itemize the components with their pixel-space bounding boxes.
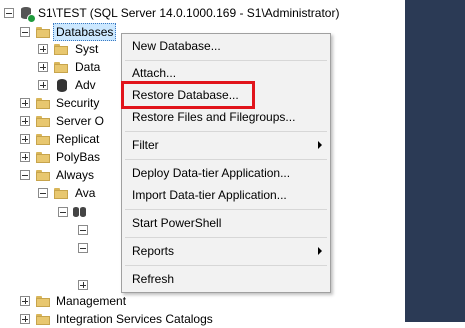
expand-icon[interactable] bbox=[20, 314, 30, 324]
tree-node-label: Management bbox=[56, 294, 127, 308]
databases-label: Databases bbox=[53, 23, 117, 41]
menu-item-filter[interactable]: Filter bbox=[122, 134, 330, 156]
folder-icon bbox=[36, 314, 50, 325]
menu-item-import-data-tier[interactable]: Import Data-tier Application... bbox=[122, 184, 330, 206]
database-icon bbox=[57, 79, 67, 92]
expand-icon[interactable] bbox=[38, 62, 48, 72]
menu-item-label: Import Data-tier Application... bbox=[132, 188, 287, 202]
tree-node-label: Syst bbox=[75, 42, 99, 56]
tree-node-label: Security bbox=[56, 96, 100, 110]
collapse-icon[interactable] bbox=[4, 8, 14, 18]
expand-icon[interactable] bbox=[20, 134, 30, 144]
menu-separator bbox=[125, 237, 327, 238]
tree-node-label: PolyBas bbox=[56, 150, 101, 164]
expand-icon[interactable] bbox=[78, 280, 88, 290]
tree-node-label: Adv bbox=[75, 78, 96, 92]
folder-icon bbox=[36, 152, 50, 163]
menu-item-new-database[interactable]: New Database... bbox=[122, 35, 330, 57]
server-label: S1\TEST (SQL Server 14.0.1000.169 - S1\A… bbox=[38, 6, 340, 20]
menu-separator bbox=[125, 209, 327, 210]
menu-item-refresh[interactable]: Refresh bbox=[122, 268, 330, 290]
submenu-arrow-icon bbox=[318, 247, 322, 255]
menu-item-label: New Database... bbox=[132, 39, 221, 53]
tree-node-label: Replicat bbox=[56, 132, 100, 146]
collapse-icon[interactable] bbox=[78, 243, 88, 253]
menu-item-label: Reports bbox=[132, 244, 175, 258]
expand-icon[interactable] bbox=[38, 44, 48, 54]
collapse-icon[interactable] bbox=[20, 170, 30, 180]
menu-item-deploy-data-tier[interactable]: Deploy Data-tier Application... bbox=[122, 162, 330, 184]
menu-item-start-powershell[interactable]: Start PowerShell bbox=[122, 212, 330, 234]
menu-item-label: Deploy Data-tier Application... bbox=[132, 166, 291, 180]
menu-item-label: Refresh bbox=[132, 272, 175, 286]
tree-node-label: Server O bbox=[56, 114, 105, 128]
side-panel bbox=[405, 0, 465, 322]
collapse-icon[interactable] bbox=[78, 225, 88, 235]
server-icon bbox=[20, 6, 36, 23]
menu-item-reports[interactable]: Reports bbox=[122, 240, 330, 262]
menu-separator bbox=[125, 131, 327, 132]
folder-icon bbox=[36, 116, 50, 127]
submenu-arrow-icon bbox=[318, 141, 322, 149]
tree-node-label: Data bbox=[75, 60, 101, 74]
tree-node-label: Ava bbox=[75, 186, 96, 200]
tree-node-label: Integration Services Catalogs bbox=[56, 312, 213, 326]
menu-item-label: Start PowerShell bbox=[132, 216, 222, 230]
folder-icon bbox=[54, 44, 68, 55]
menu-separator bbox=[125, 265, 327, 266]
context-menu: New Database... Attach... Restore Databa… bbox=[121, 33, 331, 293]
folder-icon bbox=[54, 188, 68, 199]
folder-icon bbox=[54, 62, 68, 73]
folder-icon bbox=[36, 98, 50, 109]
availability-group-icon bbox=[73, 207, 87, 217]
collapse-icon[interactable] bbox=[38, 188, 48, 198]
menu-separator bbox=[125, 60, 327, 61]
menu-separator bbox=[125, 159, 327, 160]
expand-icon[interactable] bbox=[20, 98, 30, 108]
expand-icon[interactable] bbox=[20, 116, 30, 126]
expand-icon[interactable] bbox=[20, 152, 30, 162]
expand-icon[interactable] bbox=[38, 80, 48, 90]
folder-icon bbox=[36, 296, 50, 307]
menu-item-restore-files[interactable]: Restore Files and Filegroups... bbox=[122, 106, 330, 128]
menu-item-label: Restore Files and Filegroups... bbox=[132, 110, 296, 124]
tree-node-label: Always bbox=[56, 168, 95, 182]
menu-item-label: Filter bbox=[132, 138, 159, 152]
folder-icon bbox=[36, 170, 50, 181]
folder-icon bbox=[36, 27, 50, 38]
collapse-icon[interactable] bbox=[20, 27, 30, 37]
collapse-icon[interactable] bbox=[58, 207, 68, 217]
restore-database-highlight bbox=[121, 81, 255, 109]
expand-icon[interactable] bbox=[20, 296, 30, 306]
folder-icon bbox=[36, 134, 50, 145]
